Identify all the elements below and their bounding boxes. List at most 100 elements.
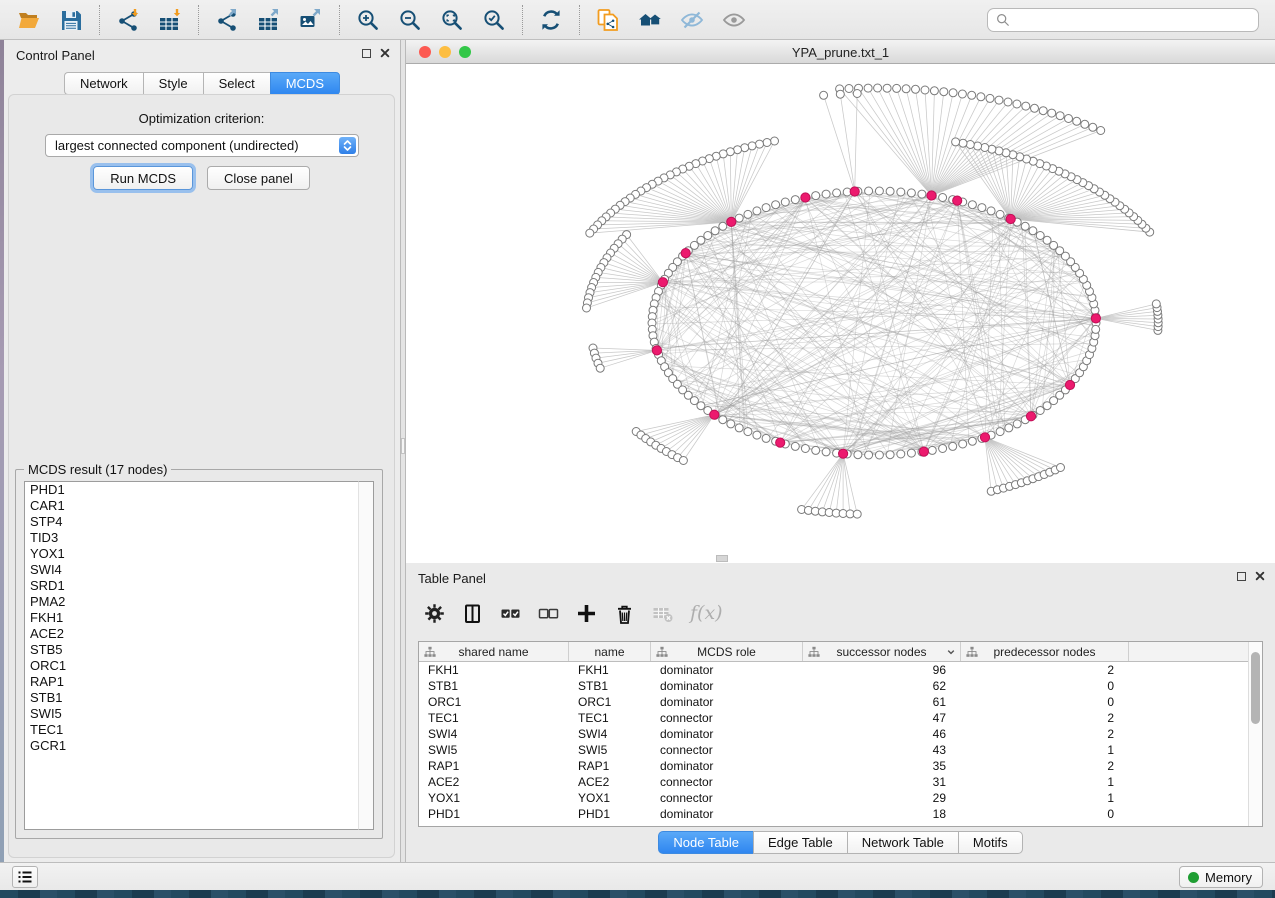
tab-network[interactable]: Network (64, 72, 143, 95)
delete-columns-button[interactable] (614, 601, 635, 625)
tab-node-table[interactable]: Node Table (658, 831, 753, 854)
zoom-selected-button[interactable] (479, 5, 509, 35)
export-network-button[interactable] (212, 5, 242, 35)
import-table-button[interactable] (155, 5, 185, 35)
table-cell[interactable]: dominator (651, 758, 803, 774)
mcds-result-item[interactable]: YOX1 (25, 546, 358, 562)
column-header-name[interactable]: name (569, 642, 651, 661)
search-input[interactable] (1016, 13, 1250, 28)
table-cell[interactable]: ACE2 (419, 774, 569, 790)
table-cell[interactable]: 0 (961, 694, 1129, 710)
network-canvas[interactable] (406, 64, 1275, 563)
table-cell[interactable]: 62 (803, 678, 961, 694)
table-cell[interactable]: connector (651, 790, 803, 806)
zoom-fit-button[interactable] (437, 5, 467, 35)
mcds-result-item[interactable]: FKH1 (25, 610, 358, 626)
mcds-result-item[interactable]: GCR1 (25, 738, 358, 754)
float-panel-icon[interactable] (362, 49, 371, 58)
table-cell[interactable]: 1 (961, 742, 1129, 758)
horizontal-splitter-grip[interactable] (716, 555, 728, 562)
mcds-result-item[interactable]: SWI4 (25, 562, 358, 578)
table-cell[interactable]: 29 (803, 790, 961, 806)
table-cell[interactable]: connector (651, 742, 803, 758)
tab-motifs[interactable]: Motifs (958, 831, 1023, 854)
table-cell[interactable]: SWI5 (569, 742, 651, 758)
duplicate-network-button[interactable] (593, 5, 623, 35)
table-row[interactable]: SWI4SWI4dominator462 (419, 726, 1248, 742)
tab-select[interactable]: Select (203, 72, 270, 95)
table-cell[interactable]: 1 (961, 790, 1129, 806)
table-cell[interactable]: 46 (803, 726, 961, 742)
mcds-list-scrollbar[interactable] (358, 481, 374, 830)
table-row[interactable]: STB1STB1dominator620 (419, 678, 1248, 694)
table-cell[interactable]: connector (651, 710, 803, 726)
table-cell[interactable]: 2 (961, 758, 1129, 774)
tab-mcds[interactable]: MCDS (270, 72, 340, 95)
table-cell[interactable]: 1 (961, 774, 1129, 790)
show-columns-button[interactable] (462, 601, 483, 625)
table-scrollbar[interactable] (1248, 642, 1262, 826)
save-button[interactable] (56, 5, 86, 35)
table-row[interactable]: PHD1PHD1dominator180 (419, 806, 1248, 822)
table-cell[interactable]: YOX1 (419, 790, 569, 806)
table-cell[interactable]: STB1 (419, 678, 569, 694)
table-cell[interactable]: 96 (803, 662, 961, 678)
table-cell[interactable]: dominator (651, 726, 803, 742)
table-cell[interactable]: 2 (961, 726, 1129, 742)
open-button[interactable] (14, 5, 44, 35)
table-cell[interactable]: 18 (803, 806, 961, 822)
column-header-shared-name[interactable]: shared name (419, 642, 569, 661)
close-panel-icon[interactable] (1255, 571, 1265, 581)
show-all-button[interactable] (719, 5, 749, 35)
table-row[interactable]: FKH1FKH1dominator962 (419, 662, 1248, 678)
table-cell[interactable]: FKH1 (419, 662, 569, 678)
mcds-result-item[interactable]: STP4 (25, 514, 358, 530)
mcds-result-item[interactable]: TID3 (25, 530, 358, 546)
deselect-all-columns-button[interactable] (538, 601, 559, 625)
table-cell[interactable]: 35 (803, 758, 961, 774)
table-cell[interactable]: ORC1 (569, 694, 651, 710)
column-header-MCDS-role[interactable]: MCDS role (651, 642, 803, 661)
mcds-result-item[interactable]: TEC1 (25, 722, 358, 738)
table-row[interactable]: TEC1TEC1connector472 (419, 710, 1248, 726)
table-cell[interactable]: 0 (961, 678, 1129, 694)
table-row[interactable]: RAP1RAP1dominator352 (419, 758, 1248, 774)
table-cell[interactable]: 31 (803, 774, 961, 790)
table-cell[interactable]: connector (651, 774, 803, 790)
table-cell[interactable]: 2 (961, 662, 1129, 678)
table-cell[interactable]: PHD1 (419, 806, 569, 822)
table-cell[interactable]: 2 (961, 710, 1129, 726)
table-cell[interactable]: ORC1 (419, 694, 569, 710)
export-image-button[interactable] (296, 5, 326, 35)
table-row[interactable]: ACE2ACE2connector311 (419, 774, 1248, 790)
mcds-result-item[interactable]: STB1 (25, 690, 358, 706)
float-panel-icon[interactable] (1237, 572, 1246, 581)
export-table-button[interactable] (254, 5, 284, 35)
task-history-button[interactable] (12, 866, 38, 888)
select-all-columns-button[interactable] (500, 601, 521, 625)
close-panel-icon[interactable] (380, 48, 390, 58)
criterion-select[interactable]: largest connected component (undirected) (45, 134, 359, 157)
table-scrollbar-thumb[interactable] (1251, 652, 1260, 724)
mcds-result-item[interactable]: STB5 (25, 642, 358, 658)
vertical-splitter-grip[interactable] (401, 438, 405, 454)
memory-button[interactable]: Memory (1179, 866, 1263, 888)
zoom-in-button[interactable] (353, 5, 383, 35)
search-field[interactable] (987, 8, 1259, 32)
run-mcds-button[interactable]: Run MCDS (93, 166, 193, 190)
table-cell[interactable]: ACE2 (569, 774, 651, 790)
table-cell[interactable]: TEC1 (419, 710, 569, 726)
create-column-button[interactable] (576, 601, 597, 625)
table-cell[interactable]: PHD1 (569, 806, 651, 822)
mcds-result-item[interactable]: PHD1 (25, 482, 358, 498)
table-cell[interactable]: YOX1 (569, 790, 651, 806)
sort-chevron-icon[interactable] (946, 647, 956, 657)
table-cell[interactable]: 43 (803, 742, 961, 758)
import-network-button[interactable] (113, 5, 143, 35)
zoom-out-button[interactable] (395, 5, 425, 35)
mcds-result-item[interactable]: ORC1 (25, 658, 358, 674)
table-cell[interactable]: dominator (651, 662, 803, 678)
mcds-result-item[interactable]: SWI5 (25, 706, 358, 722)
mcds-result-item[interactable]: ACE2 (25, 626, 358, 642)
table-cell[interactable]: dominator (651, 678, 803, 694)
